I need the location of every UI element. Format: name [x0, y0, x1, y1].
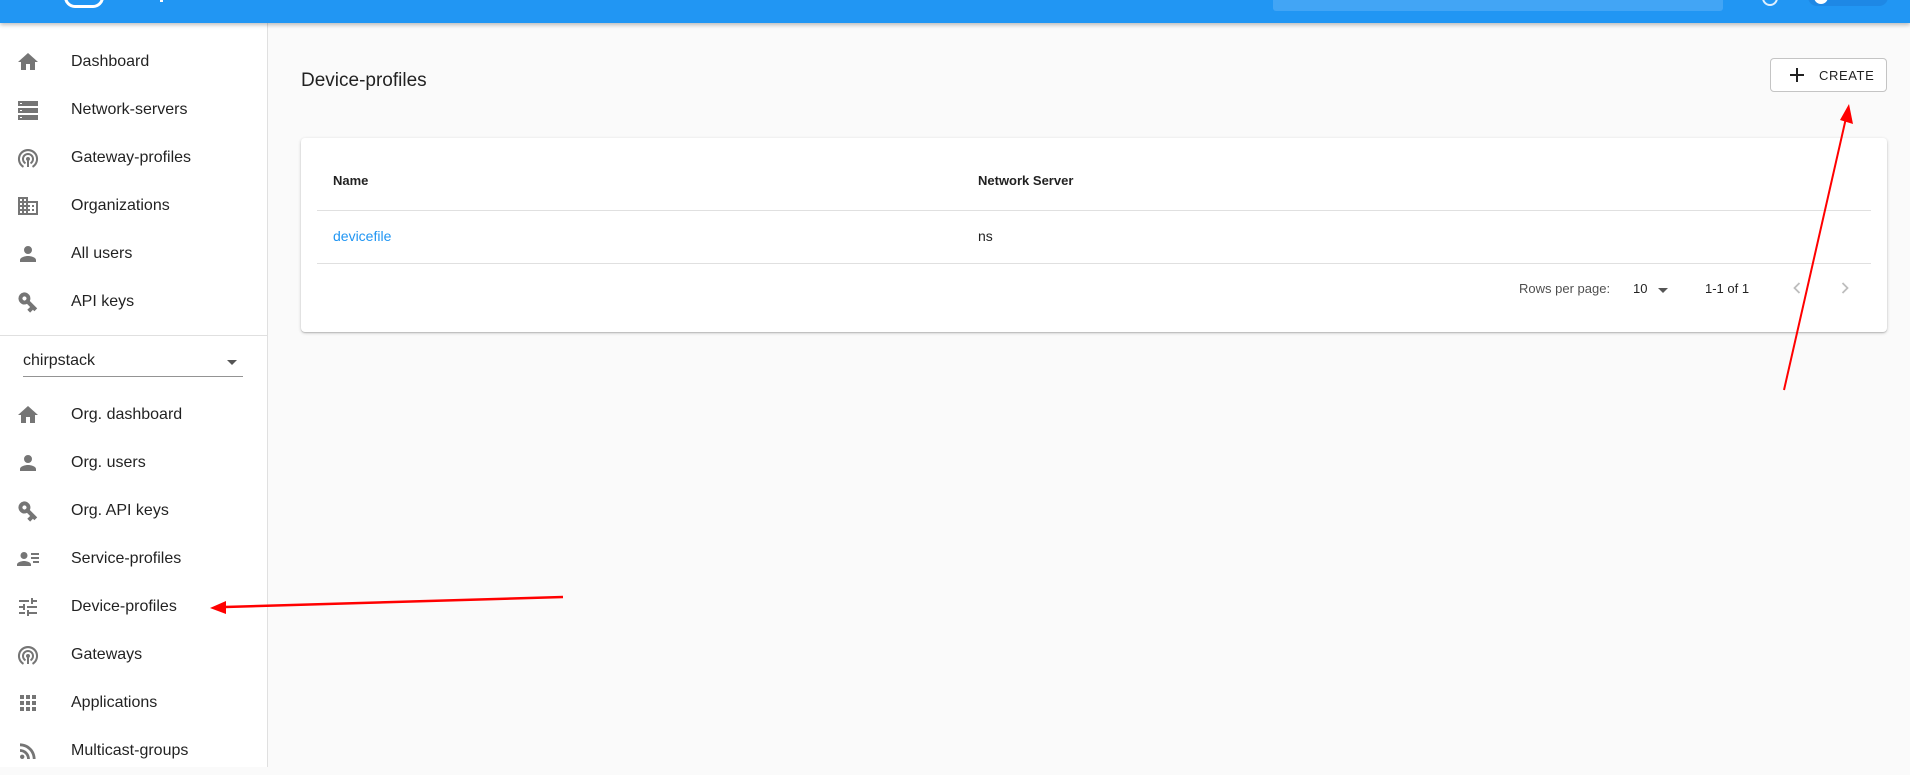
sidebar-item-label: Device-profiles — [71, 598, 177, 615]
sidebar-item-label: API keys — [71, 293, 135, 310]
create-button-label: CREATE — [1819, 68, 1875, 83]
sidebar-item-label: Gateways — [71, 646, 143, 663]
sidebar: Dashboard Network-servers Gateway-profil… — [0, 23, 268, 767]
app-bar — [0, 0, 1910, 23]
sidebar-item-organizations[interactable]: Organizations — [0, 182, 267, 230]
sidebar-item-label: Network-servers — [71, 101, 188, 118]
organization-select-value: chirpstack — [23, 352, 96, 369]
header-divider — [317, 210, 1871, 211]
sidebar-item-label: All users — [71, 245, 133, 262]
sidebar-item-gateways[interactable]: Gateways — [0, 631, 267, 679]
next-page-button[interactable] — [1835, 278, 1855, 298]
search-input[interactable] — [1273, 0, 1723, 11]
server-icon — [16, 98, 40, 122]
sidebar-item-label: Gateway-profiles — [71, 149, 192, 166]
plus-icon — [1789, 67, 1805, 83]
chevron-right-icon — [1841, 282, 1849, 294]
home-icon — [16, 50, 40, 74]
sidebar-item-label: Organizations — [71, 197, 170, 214]
tune-icon — [16, 595, 40, 619]
sidebar-item-label: Org. users — [71, 454, 146, 471]
sidebar-item-label: Applications — [71, 694, 158, 711]
previous-page-button[interactable] — [1787, 278, 1807, 298]
sidebar-item-dashboard[interactable]: Dashboard — [0, 38, 267, 86]
chevron-left-icon — [1793, 282, 1801, 294]
sidebar-item-applications[interactable]: Applications — [0, 679, 267, 727]
key-icon — [16, 290, 40, 314]
antenna-icon — [16, 643, 40, 667]
sidebar-divider — [0, 335, 267, 336]
pagination-range: 1-1 of 1 — [1705, 281, 1750, 296]
chevron-down-icon — [1658, 288, 1668, 293]
sidebar-item-multicast-groups[interactable]: Multicast-groups — [0, 727, 267, 775]
sidebar-item-label: Org. API keys — [71, 502, 169, 519]
sidebar-item-label: Multicast-groups — [71, 742, 189, 759]
create-button[interactable]: CREATE — [1770, 58, 1887, 92]
person-icon — [16, 451, 40, 475]
organization-select[interactable]: chirpstack — [23, 348, 243, 377]
rss-icon — [16, 739, 40, 763]
column-header-network-server[interactable]: Network Server — [978, 173, 1073, 188]
device-profiles-table-card: Name Network Server devicefile ns Rows p… — [301, 138, 1887, 332]
sidebar-item-network-servers[interactable]: Network-servers — [0, 86, 267, 134]
home-icon — [16, 403, 40, 427]
account-details-icon — [16, 547, 40, 571]
user-menu-button[interactable] — [1808, 0, 1888, 6]
sidebar-item-service-profiles[interactable]: Service-profiles — [0, 535, 267, 583]
domain-icon — [16, 194, 40, 218]
apps-icon — [16, 691, 40, 715]
network-server-cell: ns — [978, 228, 993, 244]
sidebar-item-label: Dashboard — [71, 53, 150, 70]
person-icon — [16, 242, 40, 266]
sidebar-item-all-users[interactable]: All users — [0, 230, 267, 278]
sidebar-item-device-profiles[interactable]: Device-profiles — [0, 583, 267, 631]
device-profile-name-link[interactable]: devicefile — [333, 228, 391, 244]
row-divider — [317, 263, 1871, 264]
rows-per-page-select[interactable]: 10 — [1633, 276, 1673, 300]
sidebar-item-label: Org. dashboard — [71, 406, 183, 423]
sidebar-item-org-dashboard[interactable]: Org. dashboard — [0, 391, 267, 439]
sidebar-item-api-keys[interactable]: API keys — [0, 278, 267, 326]
chirpstack-logo[interactable] — [64, 0, 104, 8]
sidebar-item-org-users[interactable]: Org. users — [0, 439, 267, 487]
help-icon[interactable] — [1762, 0, 1778, 6]
sidebar-item-label: Service-profiles — [71, 550, 182, 567]
annotation-arrows — [210, 104, 1853, 614]
rows-per-page-label: Rows per page: — [1519, 281, 1611, 296]
logo-text-mark — [160, 0, 168, 2]
sidebar-item-gateway-profiles[interactable]: Gateway-profiles — [0, 134, 267, 182]
page-title: Device-profiles — [301, 70, 427, 91]
key-icon — [16, 499, 40, 523]
chevron-down-icon — [227, 360, 237, 365]
antenna-icon — [16, 146, 40, 170]
column-header-name[interactable]: Name — [333, 173, 368, 188]
sidebar-item-org-api-keys[interactable]: Org. API keys — [0, 487, 267, 535]
rows-per-page-value: 10 — [1633, 281, 1648, 296]
